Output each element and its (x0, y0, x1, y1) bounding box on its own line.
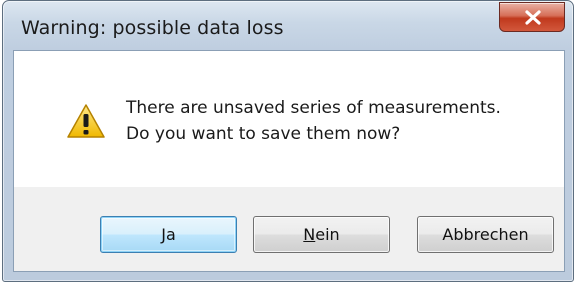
cancel-button[interactable]: Abbrechen (417, 216, 554, 253)
yes-button-label: Ja (161, 225, 176, 244)
close-icon (525, 10, 541, 25)
no-button-label: ein (315, 225, 340, 244)
dialog-window: Warning: possible data loss There are un… (2, 0, 574, 282)
window-title: Warning: possible data loss (21, 17, 284, 39)
message-text: There are unsaved series of measurements… (126, 95, 501, 147)
warning-icon (67, 104, 105, 138)
message-line-1: There are unsaved series of measurements… (126, 98, 501, 118)
message-line-2: Do you want to save them now? (126, 124, 401, 144)
dialog-client-area: There are unsaved series of measurements… (13, 50, 565, 272)
cancel-button-label: Abbrechen (442, 225, 529, 244)
no-button-mnemonic: N (303, 225, 316, 244)
yes-button[interactable]: Ja (100, 216, 237, 253)
message-panel: There are unsaved series of measurements… (14, 51, 564, 187)
close-button[interactable] (499, 2, 565, 32)
no-button[interactable]: Nein (253, 216, 390, 253)
